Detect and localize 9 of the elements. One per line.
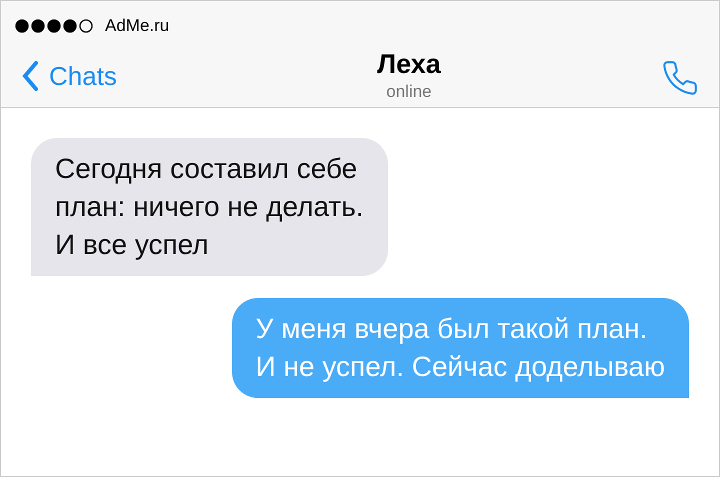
carrier-name: AdMe.ru [105, 15, 170, 37]
contact-status: online [386, 80, 432, 102]
chevron-left-icon [21, 60, 39, 92]
phone-icon [661, 58, 699, 96]
incoming-message-bubble: Сегодня составил себе план: ничего не делать. И все успел [31, 138, 388, 276]
call-button[interactable] [661, 58, 699, 96]
back-button[interactable]: Chats [21, 56, 117, 96]
outgoing-message-bubble: У меня вчера был такой план. И не успел. Сейчас доделываю [232, 298, 689, 398]
contact-name: Леха [377, 48, 441, 80]
